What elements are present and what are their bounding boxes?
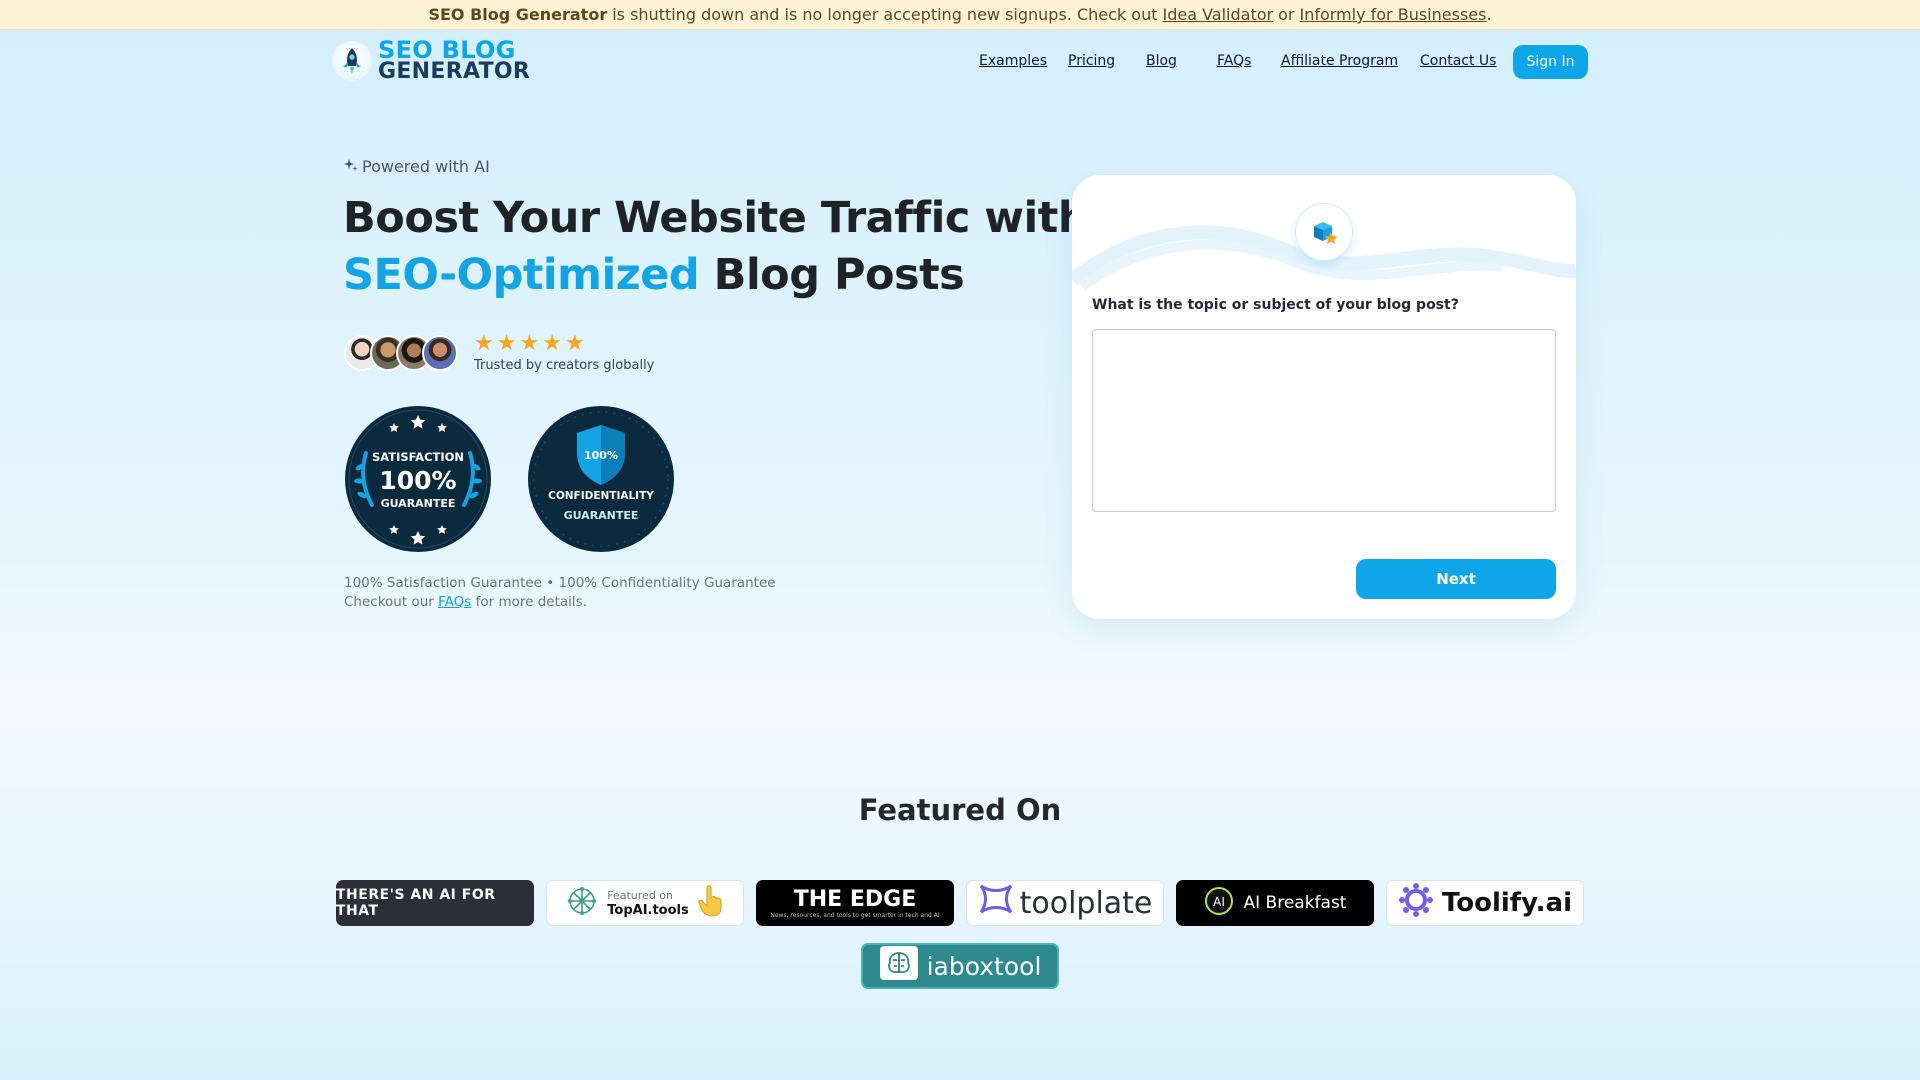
edge-title: THE EDGE <box>793 886 917 912</box>
details-suffix: for more details. <box>475 594 587 610</box>
nav-faqs[interactable]: FAQs <box>1217 53 1251 69</box>
toolify-text: Toolify.ai <box>1441 888 1573 918</box>
confidentiality-guarantee-badge: 100% CONFIDENTIALITY GUARANTEE <box>528 406 674 552</box>
aiforthat-text: THERE'S AN AI FOR THAT <box>336 887 496 919</box>
site-logo[interactable]: SEO BLOG GENERATOR <box>332 38 530 84</box>
hero-headline: Boost Your Website Traffic with SEO-Opti… <box>343 190 1088 304</box>
powered-text: Powered with AI <box>362 157 490 176</box>
star-icon: ★ <box>519 331 540 356</box>
announcement-end: . <box>1486 5 1492 24</box>
ai-breakfast-logo-icon: AI <box>1204 886 1234 921</box>
edge-subtitle: News, resources, and tools to get smarte… <box>770 911 940 919</box>
pointing-hand-icon <box>697 884 725 922</box>
topai-name: TopAI.tools <box>607 903 689 918</box>
next-button[interactable]: Next <box>1356 559 1556 599</box>
featured-on-title: Featured On <box>858 793 1062 827</box>
iabox-brain-icon <box>879 945 919 987</box>
details-prefix: Checkout our <box>344 594 434 610</box>
informly-link[interactable]: Informly for Businesses <box>1299 5 1486 24</box>
guarantee-text: 100% Satisfaction Guarantee • 100% Confi… <box>344 574 776 612</box>
announcement-message: is shutting down and is no longer accept… <box>612 5 1158 24</box>
trusted-text: Trusted by creators globally <box>474 358 655 373</box>
iabox-text: iaboxtool <box>926 951 1042 981</box>
topai-featured-on: Featured on <box>607 889 673 902</box>
nav-blog[interactable]: Blog <box>1146 53 1177 69</box>
topic-input[interactable] <box>1092 329 1556 512</box>
star-icon: ★ <box>542 331 562 356</box>
topic-question-label: What is the topic or subject of your blo… <box>1092 297 1459 313</box>
nav-pricing[interactable]: Pricing <box>1068 53 1115 69</box>
ai-breakfast-text: AI Breakfast <box>1243 893 1347 913</box>
rating: ★ ★ ★ ★ ★ Trusted by creators globally <box>474 333 655 374</box>
idea-validator-link[interactable]: Idea Validator <box>1162 5 1273 24</box>
featured-the-edge[interactable]: THE EDGE News, resources, and tools to g… <box>756 880 954 926</box>
featured-topai-tools[interactable]: Featured on TopAI.tools <box>546 880 744 926</box>
sparkle-icon <box>344 157 358 176</box>
guarantee-line: 100% Satisfaction Guarantee • 100% Confi… <box>344 575 776 591</box>
logo-line2: GENERATOR <box>378 59 531 84</box>
headline-part2: Blog Posts <box>713 250 965 300</box>
logo-text: SEO BLOG GENERATOR <box>378 36 531 84</box>
ai-breakfast-mark: AI <box>1213 895 1225 909</box>
headline-accent: SEO-Optimized <box>343 250 700 300</box>
badge-satisfaction-bottom: GUARANTEE <box>381 497 456 510</box>
creator-avatars <box>344 335 458 371</box>
toolify-logo-icon <box>1398 882 1434 925</box>
featured-toolify[interactable]: Toolify.ai <box>1386 880 1584 926</box>
brain-network-icon <box>565 884 599 922</box>
featured-iaboxtool[interactable]: iaboxtool <box>861 943 1059 989</box>
powered-with-ai: Powered with AI <box>344 157 490 176</box>
badge-satisfaction-top: SATISFACTION <box>372 450 464 464</box>
details-line: Checkout our FAQs for more details. <box>344 593 776 612</box>
announcement-brand: SEO Blog Generator <box>428 5 608 24</box>
announcement-connector: or <box>1278 5 1295 24</box>
featured-toolplate[interactable]: toolplate <box>966 880 1164 926</box>
star-icon: ★ <box>564 331 585 356</box>
toolplate-mark-icon <box>978 882 1014 924</box>
nav-affiliate-program[interactable]: Affiliate Program <box>1281 53 1398 69</box>
box-star-icon <box>1295 203 1353 261</box>
logo-line1: SEO BLOG <box>378 36 516 64</box>
badge-shield-text: 100% <box>584 449 618 462</box>
rocket-icon <box>332 41 372 81</box>
avatar <box>422 335 458 371</box>
faqs-link[interactable]: FAQs <box>438 594 471 610</box>
badge-satisfaction-big: 100% <box>379 466 456 495</box>
nav-contact-us[interactable]: Contact Us <box>1420 53 1496 69</box>
headline-part1: Boost Your Website Traffic with <box>343 193 1088 243</box>
badge-confidentiality-bottom: GUARANTEE <box>564 509 639 522</box>
star-rating: ★ ★ ★ ★ ★ <box>474 333 654 355</box>
satisfaction-guarantee-badge: SATISFACTION 100% GUARANTEE <box>345 406 491 552</box>
featured-theresanaiforthat[interactable]: THERE'S AN AI FOR THAT <box>336 880 534 926</box>
blog-topic-form-card: What is the topic or subject of your blo… <box>1072 175 1576 619</box>
star-icon: ★ <box>474 331 494 356</box>
toolplate-text: toolplate <box>1019 885 1153 921</box>
sign-in-button[interactable]: Sign In <box>1513 45 1588 79</box>
nav-examples[interactable]: Examples <box>979 53 1047 69</box>
featured-ai-breakfast[interactable]: AI AI Breakfast <box>1176 880 1374 926</box>
announcement-bar: SEO Blog Generator is shutting down and … <box>0 0 1920 30</box>
star-icon: ★ <box>496 331 517 356</box>
badge-confidentiality-top: CONFIDENTIALITY <box>548 490 654 502</box>
topai-text: Featured on TopAI.tools <box>607 888 689 918</box>
